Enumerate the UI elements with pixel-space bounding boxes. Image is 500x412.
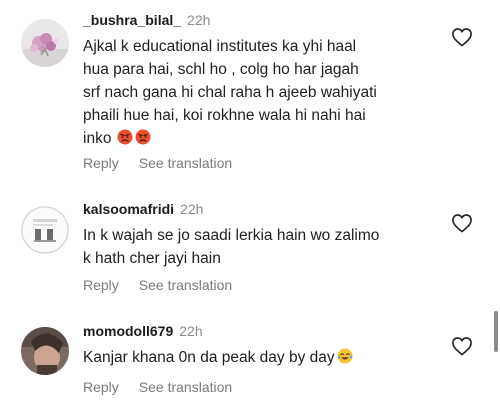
pouting-face-emoji [117,129,133,145]
see-translation-button[interactable]: See translation [139,378,232,396]
reply-button[interactable]: Reply [83,378,119,396]
see-translation-button[interactable]: See translation [139,276,232,294]
reply-button[interactable]: Reply [83,276,119,294]
pouting-face-emoji [135,129,151,145]
comment-username[interactable]: _bushra_bilal_ [83,12,181,28]
avatar-sketch-image [21,206,69,254]
like-heart-icon[interactable] [451,336,473,356]
comment-text-content: Kanjar khana 0n da peak day by day [83,349,335,366]
like-heart-icon[interactable] [451,27,473,47]
avatar-photo-image [21,327,69,375]
comment-username[interactable]: momodoll679 [83,323,173,339]
comment-text: In k wajah se jo saadi lerkia hain wo za… [83,224,453,270]
scrollbar-thumb[interactable] [494,311,498,352]
avatar-flowers-image [21,19,69,67]
comment-text: Ajkal k educational institutes ka yhi ha… [83,35,453,150]
comment-text-content: In k wajah se jo saadi lerkia hain wo za… [83,227,380,267]
avatar[interactable] [21,206,69,254]
avatar[interactable] [21,327,69,375]
comments-list: _bushra_bilal_ 22h Ajkal k educational in… [0,0,500,412]
reply-button[interactable]: Reply [83,154,119,172]
avatar[interactable] [21,19,69,67]
comment-text: Kanjar khana 0n da peak day by day [83,346,453,369]
comment-timestamp: 22h [187,12,211,28]
comment-timestamp: 22h [179,323,203,339]
comment-username[interactable]: kalsoomafridi [83,201,174,217]
tears-of-joy-emoji [337,348,353,364]
comment-timestamp: 22h [180,201,204,217]
like-heart-icon[interactable] [451,213,473,233]
see-translation-button[interactable]: See translation [139,154,232,172]
